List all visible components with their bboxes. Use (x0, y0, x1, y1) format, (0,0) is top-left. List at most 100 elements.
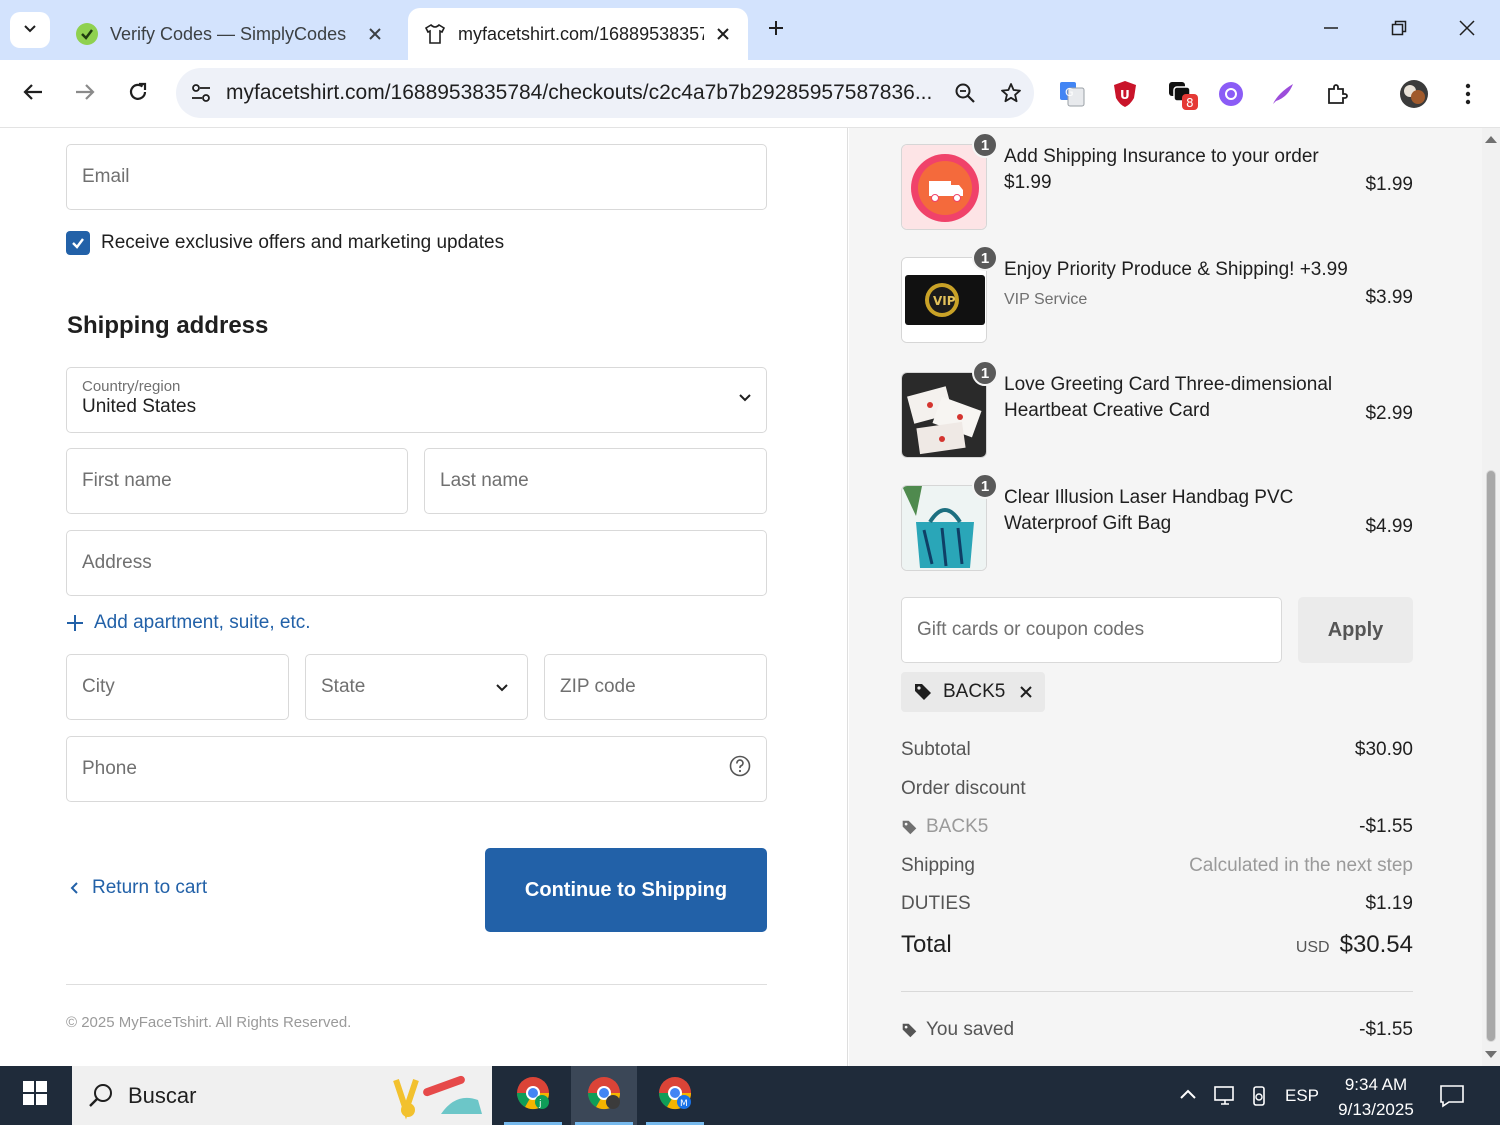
scrollbar-thumb[interactable] (1486, 470, 1496, 1042)
chevron-up-icon (1179, 1087, 1197, 1105)
order-discount-row: Order discount (901, 778, 1413, 800)
tshirt-favicon-icon (422, 21, 448, 47)
chevron-left-icon (70, 881, 80, 895)
new-tab-button[interactable] (760, 14, 792, 46)
forward-button[interactable] (65, 74, 105, 114)
total-value: $30.54 (1339, 931, 1413, 958)
start-button[interactable] (0, 1066, 70, 1125)
remove-discount-icon[interactable] (1019, 685, 1033, 699)
quantity-badge: 1 (972, 245, 998, 271)
taskbar-chrome-active[interactable] (571, 1066, 637, 1125)
shipping-insurance-badge-icon (901, 144, 987, 230)
clock-date: 9/13/2025 (1338, 1100, 1414, 1119)
taskbar-chrome-profile-m[interactable]: M (642, 1066, 708, 1125)
item-price: $3.99 (1365, 287, 1413, 308)
back-button[interactable] (13, 74, 53, 114)
restore-button[interactable] (1376, 12, 1422, 48)
windows-logo-icon (22, 1080, 48, 1111)
summary-divider (901, 991, 1413, 992)
item-name: Love Greeting Card Three-dimensional Hea… (1004, 374, 1333, 421)
clock-time: 9:34 AM (1344, 1075, 1408, 1094)
discount-code-row: BACK5 -$1.55 (901, 816, 1413, 838)
city-field[interactable]: City (66, 654, 289, 720)
line-item: 1 Add Shipping Insurance to your order $… (901, 132, 1413, 234)
address-field[interactable]: Address (66, 530, 767, 596)
add-apartment-link[interactable]: Add apartment, suite, etc. (66, 612, 311, 634)
chrome-menu-icon[interactable] (1450, 76, 1486, 112)
tab-title: Verify Codes — SimplyCodes (110, 23, 347, 44)
saved-label: You saved (926, 1019, 1015, 1040)
help-circle-icon[interactable] (729, 755, 751, 783)
scroll-down-arrow-icon[interactable] (1485, 1051, 1497, 1058)
close-icon[interactable] (364, 23, 386, 45)
tag-icon (901, 819, 918, 836)
continue-to-shipping-button[interactable]: Continue to Shipping (485, 848, 767, 932)
svg-text:G: G (1065, 86, 1074, 99)
ublock-extension-icon[interactable]: U (1107, 76, 1143, 112)
google-translate-extension-icon[interactable]: G (1054, 76, 1090, 112)
url-text: myfacetshirt.com/1688953835784/checkouts… (226, 81, 933, 104)
zip-field[interactable]: ZIP code (544, 654, 767, 720)
language-indicator[interactable]: ESP (1280, 1066, 1324, 1125)
simplycodes-favicon-icon (74, 21, 100, 47)
purple-extension-icon[interactable] (1213, 76, 1249, 112)
email-field[interactable]: Email (66, 144, 767, 210)
quantity-badge: 1 (972, 360, 998, 386)
last-name-field[interactable]: Last name (424, 448, 767, 514)
discount-label: Order discount (901, 778, 1026, 799)
shipping-value: Calculated in the next step (1189, 855, 1413, 876)
apply-button[interactable]: Apply (1298, 597, 1413, 663)
item-name: Add Shipping Insurance to your order (1004, 146, 1319, 167)
taskbar-search[interactable]: Buscar (72, 1066, 492, 1125)
state-select[interactable]: State (305, 654, 528, 720)
line-item: 1 Love Greeting Card Three-dimensional H… (901, 360, 1413, 462)
coupon-input[interactable]: Gift cards or coupon codes (901, 597, 1282, 663)
first-name-field[interactable]: First name (66, 448, 408, 514)
tab-title: myfacetshirt.com/16889538357 (458, 23, 704, 44)
browser-toolbar: myfacetshirt.com/1688953835784/checkouts… (0, 60, 1500, 128)
taskbar-chrome-profile-j[interactable]: j (500, 1066, 566, 1125)
tab-simplycodes[interactable]: Verify Codes — SimplyCodes (60, 8, 400, 60)
show-hidden-icons-button[interactable] (1172, 1066, 1204, 1125)
country-value: United States (82, 396, 197, 417)
return-to-cart-link[interactable]: Return to cart (70, 877, 207, 899)
volume-device-icon[interactable] (1244, 1066, 1276, 1125)
notifications-extension-icon[interactable]: 8 (1163, 76, 1199, 112)
reload-button[interactable] (118, 74, 158, 114)
bookmark-star-icon[interactable] (988, 82, 1034, 104)
profile-avatar[interactable] (1396, 76, 1432, 112)
notification-center-icon[interactable] (1430, 1066, 1474, 1125)
tab-myfacetshirt[interactable]: myfacetshirt.com/16889538357 (408, 8, 748, 60)
window-close-button[interactable] (1444, 12, 1490, 48)
taskbar-clock[interactable]: 9:34 AM 9/13/2025 (1328, 1072, 1424, 1122)
last-name-placeholder: Last name (440, 470, 529, 491)
applied-discount-chip: BACK5 (901, 672, 1046, 712)
email-placeholder: Email (82, 166, 130, 187)
feather-extension-icon[interactable] (1265, 76, 1301, 112)
scroll-up-arrow-icon[interactable] (1485, 136, 1497, 143)
checkout-page: Email Receive exclusive offers and marke… (0, 128, 1500, 1066)
chrome-icon: M (657, 1075, 693, 1116)
tab-search-button[interactable] (10, 12, 50, 48)
reload-icon (127, 81, 149, 108)
discount-code: BACK5 (926, 816, 989, 837)
order-summary: 1 Add Shipping Insurance to your order $… (849, 128, 1482, 1066)
extensions-puzzle-icon[interactable] (1319, 76, 1355, 112)
address-bar[interactable]: myfacetshirt.com/1688953835784/checkouts… (176, 68, 1034, 118)
close-icon (1459, 19, 1475, 41)
checkbox-checked-icon[interactable] (66, 231, 90, 255)
page-scrollbar[interactable] (1482, 128, 1500, 1066)
applied-code: BACK5 (943, 681, 1006, 702)
network-icon[interactable] (1208, 1066, 1242, 1125)
chevron-down-icon (492, 680, 512, 694)
zoom-icon[interactable] (942, 82, 988, 104)
marketing-optin[interactable]: Receive exclusive offers and marketing u… (66, 231, 504, 255)
svg-text:8: 8 (1186, 96, 1194, 110)
country-select[interactable]: Country/region United States (66, 367, 767, 433)
phone-field[interactable]: Phone (66, 736, 767, 802)
search-highlight-illustration-icon (386, 1070, 486, 1128)
site-settings-icon[interactable] (176, 82, 226, 104)
close-icon[interactable] (712, 23, 734, 45)
minimize-button[interactable] (1308, 12, 1354, 48)
shipping-address-title: Shipping address (67, 312, 269, 339)
